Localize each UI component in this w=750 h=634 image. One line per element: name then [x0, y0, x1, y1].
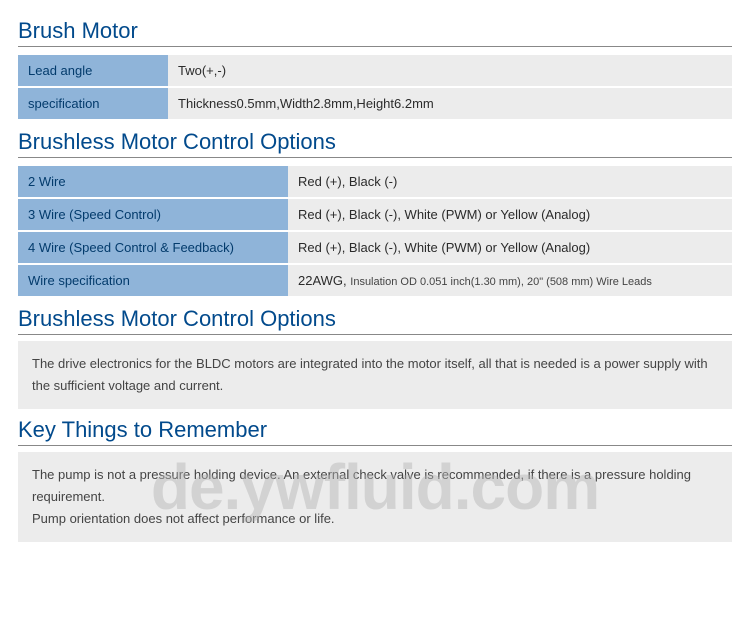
table-row: specification Thickness0.5mm,Width2.8mm,…	[18, 88, 732, 119]
section-title-brushless-options: Brushless Motor Control Options	[18, 129, 732, 158]
table-row: 3 Wire (Speed Control) Red (+), Black (-…	[18, 199, 732, 230]
label-cell: 2 Wire	[18, 166, 288, 197]
key-things-text: The pump is not a pressure holding devic…	[18, 452, 732, 542]
value-cell: Red (+), Black (-)	[288, 166, 732, 197]
value-cell: Red (+), Black (-), White (PWM) or Yello…	[288, 199, 732, 230]
value-cell: Thickness0.5mm,Width2.8mm,Height6.2mm	[168, 88, 732, 119]
spec-sub: Insulation OD 0.051 inch(1.30 mm), 20" (…	[350, 276, 652, 288]
key-things-line-1: The pump is not a pressure holding devic…	[32, 464, 718, 508]
value-cell: 22AWG, Insulation OD 0.051 inch(1.30 mm)…	[288, 265, 732, 296]
section-title-brush-motor: Brush Motor	[18, 18, 732, 47]
brushless-options-text: The drive electronics for the BLDC motor…	[18, 341, 732, 409]
label-cell: Wire specification	[18, 265, 288, 296]
section-title-brushless-options-2: Brushless Motor Control Options	[18, 306, 732, 335]
section-title-key-things: Key Things to Remember	[18, 417, 732, 446]
label-cell: 4 Wire (Speed Control & Feedback)	[18, 232, 288, 263]
table-row: 4 Wire (Speed Control & Feedback) Red (+…	[18, 232, 732, 263]
key-things-line-2: Pump orientation does not affect perform…	[32, 508, 718, 530]
value-cell: Red (+), Black (-), White (PWM) or Yello…	[288, 232, 732, 263]
brushless-options-table: 2 Wire Red (+), Black (-) 3 Wire (Speed …	[18, 164, 732, 298]
table-row: Lead angle Two(+,-)	[18, 55, 732, 86]
table-row: 2 Wire Red (+), Black (-)	[18, 166, 732, 197]
label-cell: specification	[18, 88, 168, 119]
label-cell: 3 Wire (Speed Control)	[18, 199, 288, 230]
label-cell: Lead angle	[18, 55, 168, 86]
brush-motor-table: Lead angle Two(+,-) specification Thickn…	[18, 53, 732, 121]
spec-main: 22AWG,	[298, 273, 350, 288]
table-row: Wire specification 22AWG, Insulation OD …	[18, 265, 732, 296]
value-cell: Two(+,-)	[168, 55, 732, 86]
